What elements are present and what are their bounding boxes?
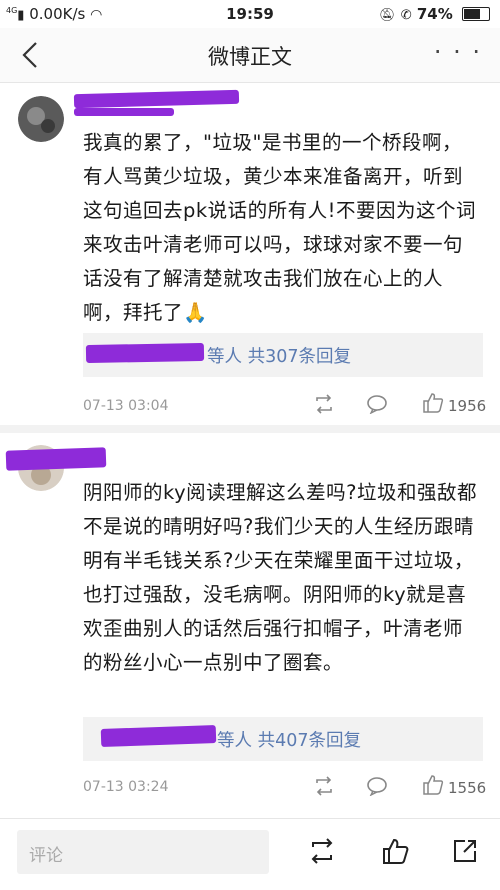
redacted-replier [100,724,217,748]
repost-icon[interactable] [308,837,336,865]
comment-icon[interactable] [366,776,388,796]
reply-summary-box[interactable]: 等人 共407条回复 [83,717,483,761]
like-icon[interactable] [422,774,444,796]
page-title: 微博正文 [208,45,292,69]
redacted-username [73,89,240,109]
nav-bar: 微博正文 · · · [0,28,500,83]
redacted-replier [85,342,205,364]
comment-placeholder: 评论 [29,846,63,866]
battery-percent: 74% [416,5,453,23]
redacted-username [5,447,107,471]
like-icon[interactable] [422,392,444,414]
like-icon[interactable] [381,837,409,865]
comment-input[interactable]: 评论 [17,830,269,874]
comment-icon[interactable] [366,394,388,414]
like-count: 1556 [448,779,487,797]
alarm-icon: ✆ [400,8,412,23]
reply-summary: 等人 共307条回复 [207,347,351,367]
more-options-icon[interactable]: · · · [434,38,482,66]
status-right: 🔕︎ ✆ 74% [379,5,490,23]
share-icon[interactable] [451,837,479,865]
status-bar: 4G▮ 0.00K/s ◠ 19:59 🔕︎ ✆ 74% [0,0,500,28]
comment-text: 阴阳师的ky阅读理解这么差吗?垃圾和强敌都不是说的晴明好吗?我们少天的人生经历跟… [83,481,477,674]
repost-icon[interactable] [313,776,335,796]
reply-summary: 等人 共407条回复 [217,731,361,751]
mute-icon: 🔕︎ [378,8,396,23]
battery-icon [462,7,490,21]
battery-fill [464,9,481,19]
like-count: 1956 [448,397,487,415]
reply-summary-box[interactable]: 等人 共307条回复 [83,333,483,377]
repost-icon[interactable] [313,394,335,414]
avatar[interactable] [18,96,64,142]
avatar-image [18,96,64,142]
comment-text: 我真的累了，"垃圾"是书里的一个桥段啊，有人骂黄少垃圾，黄少本来准备离开，听到这… [83,131,476,324]
bottom-bar: 评论 [0,818,500,890]
comment-time: 07-13 03:24 [83,779,169,795]
comment-time: 07-13 03:04 [83,398,169,414]
redacted-username-2 [74,108,174,116]
comment-divider [0,425,500,433]
